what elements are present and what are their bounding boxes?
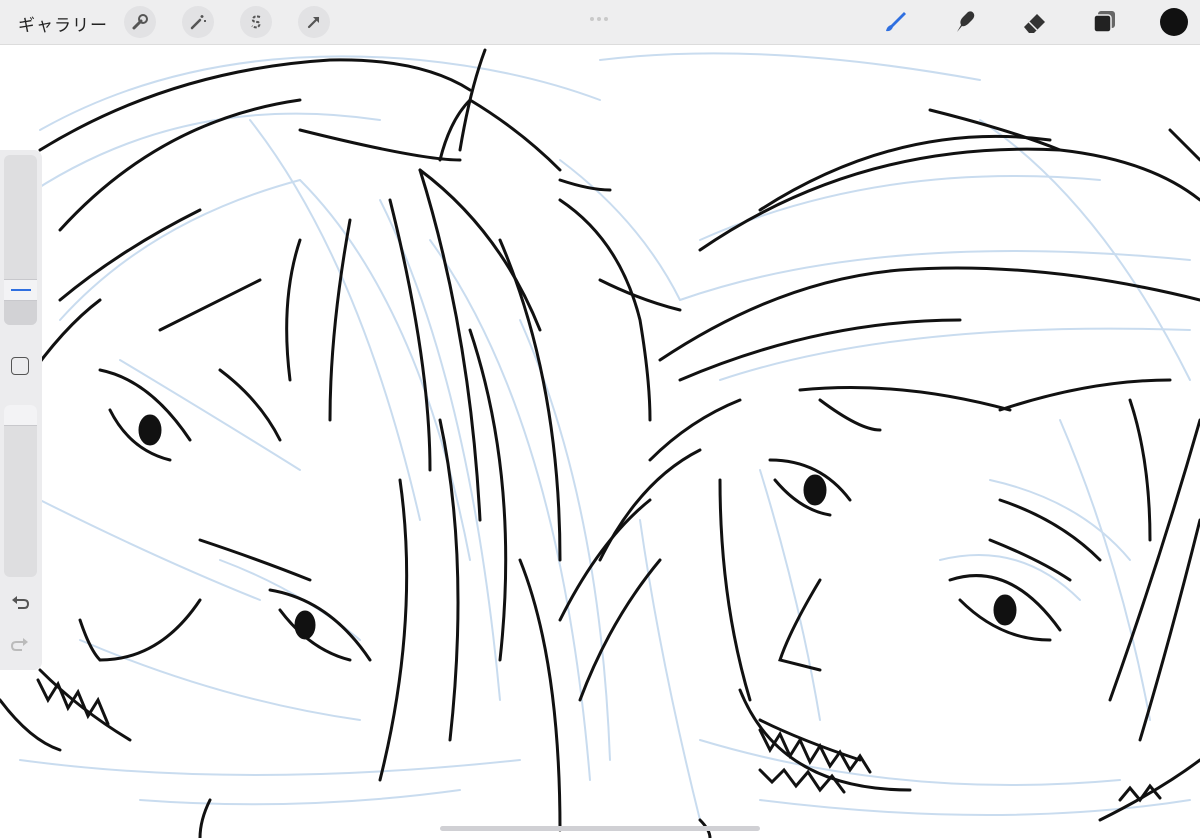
smudge-tool-button[interactable]: [948, 5, 982, 39]
toolbar-grabber: [590, 6, 612, 21]
brush-size-thumb[interactable]: [4, 279, 37, 301]
adjustments-button[interactable]: [182, 6, 214, 38]
home-indicator: [440, 826, 760, 831]
top-toolbar: ギャラリー: [0, 0, 1200, 45]
gallery-button[interactable]: ギャラリー: [18, 11, 108, 36]
undo-icon[interactable]: [10, 594, 30, 612]
brush-tool-button[interactable]: [878, 5, 912, 39]
layers-button[interactable]: [1088, 5, 1122, 39]
color-swatch[interactable]: [1160, 8, 1188, 36]
eraser-tool-button[interactable]: [1018, 5, 1052, 39]
selection-button[interactable]: [240, 6, 272, 38]
left-sidebar: [0, 150, 42, 670]
eraser-icon: [1024, 14, 1045, 33]
layers-icon: [1093, 11, 1115, 33]
transform-button[interactable]: [298, 6, 330, 38]
actions-button[interactable]: [124, 6, 156, 38]
line-art: [0, 48, 1200, 838]
ink-layer: [0, 48, 1200, 838]
redo-icon[interactable]: [10, 636, 30, 654]
selection-s-icon: [251, 15, 261, 29]
smudge-icon: [957, 11, 975, 32]
opacity-slider[interactable]: [4, 405, 37, 577]
modify-button[interactable]: [11, 357, 29, 375]
opacity-thumb[interactable]: [4, 405, 37, 426]
sketch-layer: [19, 52, 1191, 821]
brush-icon: [886, 12, 906, 32]
drawing-canvas[interactable]: [0, 0, 1200, 838]
magic-wand-icon: [190, 15, 206, 30]
wrench-icon: [132, 14, 148, 30]
arrow-transform-icon: [307, 16, 320, 29]
brush-size-slider[interactable]: [4, 155, 37, 325]
